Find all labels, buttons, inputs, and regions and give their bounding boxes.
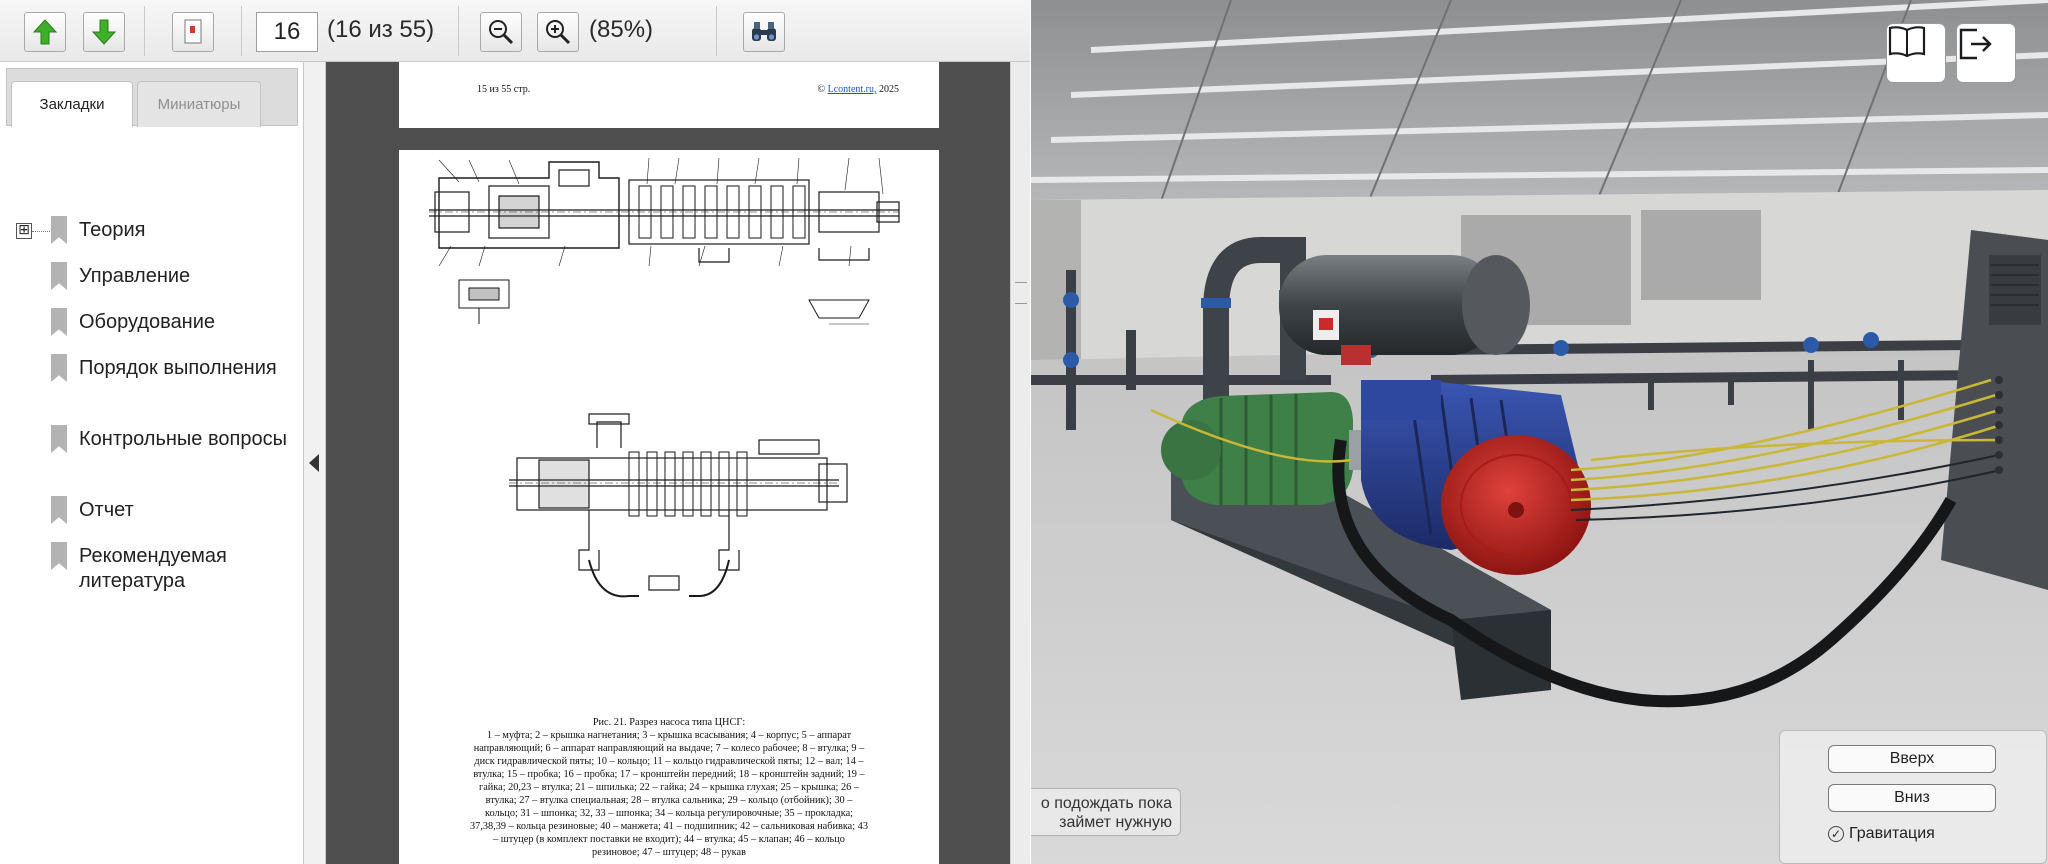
camera-up-button[interactable]: Вверх <box>1828 745 1996 773</box>
figure-caption-text: 1 – муфта; 2 – крышка нагнетания; 3 – кр… <box>470 730 868 858</box>
toolbar-separator <box>144 6 145 56</box>
camera-down-button[interactable]: Вниз <box>1828 784 1996 812</box>
current-page: Рис. 21. Разрез насоса типа ЦНСГ: 1 – му… <box>399 150 939 864</box>
gravity-checkbox-icon[interactable]: ✓ <box>1828 826 1844 842</box>
bookmark-ribbon-icon <box>51 425 67 453</box>
copyright-sign: © <box>817 84 826 95</box>
pump-section-drawing <box>429 157 900 598</box>
arrow-up-icon <box>32 19 58 45</box>
hint-line-1: о подождать пока <box>1040 795 1172 812</box>
app-root: (16 из 55) (85%) <box>0 0 2048 864</box>
bookmark-ribbon-icon <box>51 262 67 290</box>
zoom-in-button[interactable] <box>537 12 579 52</box>
toolbar-separator <box>716 6 717 56</box>
previous-page-bottom: 15 из 55 стр. © Lcontent.ru, 2025 <box>399 62 939 128</box>
book-icon <box>1888 26 1926 58</box>
zoom-out-button[interactable] <box>480 12 522 52</box>
camera-control-panel: Вверх Вниз ✓ Гравитация <box>1779 730 2047 864</box>
document-viewer: (16 из 55) (85%) <box>0 0 1030 864</box>
arrow-down-icon <box>91 19 117 45</box>
toolbar-separator <box>241 6 242 56</box>
bookmark-ribbon-icon <box>51 542 67 570</box>
toolbar-separator <box>458 6 459 56</box>
page-footer-copyright: © Lcontent.ru, 2025 <box>818 84 899 95</box>
copyright-link[interactable]: Lcontent.ru, <box>828 84 877 95</box>
page-setup-button[interactable] <box>172 12 214 52</box>
bookmark-ribbon-icon <box>51 308 67 336</box>
search-button[interactable] <box>743 12 785 52</box>
document-icon <box>184 19 202 44</box>
sidebar-collapse-handle[interactable] <box>304 62 326 864</box>
sidebar-tabbar: Закладки Миниатюры <box>6 68 298 127</box>
logout-icon <box>1959 28 1992 60</box>
bookmark-label: Рекомендуемая литература <box>79 545 227 592</box>
page-count-text: (16 из 55) <box>327 16 435 43</box>
footer-page-num: 15 <box>477 84 487 95</box>
tab-thumbnails[interactable]: Миниатюры <box>137 81 261 127</box>
binoculars-icon <box>752 22 776 41</box>
document-canvas[interactable]: 15 из 55 стр. © Lcontent.ru, 2025 Рис. 2… <box>326 62 1010 864</box>
exit-button[interactable] <box>1956 23 2016 83</box>
figure-caption: Рис. 21. Разрез насоса типа ЦНСГ: 1 – му… <box>469 716 869 859</box>
tree-connector <box>32 231 52 232</box>
next-page-button[interactable] <box>83 12 125 52</box>
previous-page-button[interactable] <box>24 12 66 52</box>
tab-bookmarks[interactable]: Закладки <box>11 81 133 127</box>
zoom-level-text: (85%) <box>589 16 654 43</box>
bookmark-ribbon-icon <box>51 216 67 244</box>
bookmark-ribbon-icon <box>51 496 67 524</box>
gravity-label: Гравитация <box>1849 825 1935 842</box>
zoom-out-icon <box>489 20 514 45</box>
simulation-viewport[interactable]: о подождать пока займет нужную Вверх Вни… <box>1031 0 2048 864</box>
bookmarks-sidebar: Закладки Миниатюры ⊞ Теория Управление О… <box>0 62 304 864</box>
page-footer-number: 15 из 55 стр. <box>477 84 530 95</box>
page-number-input[interactable] <box>256 12 318 52</box>
bookmark-label: Оборудование <box>79 311 216 333</box>
bookmark-ribbon-icon <box>51 354 67 382</box>
gravity-toggle[interactable]: ✓ Гравитация <box>1828 823 1935 845</box>
figure-caption-title: Рис. 21. Разрез насоса типа ЦНСГ: <box>592 717 746 728</box>
viewer-toolbar: (16 из 55) (85%) <box>0 0 1030 62</box>
loading-hint: о подождать пока займет нужную <box>1031 788 1181 836</box>
bookmark-label: Контрольные вопросы <box>79 428 287 450</box>
bookmark-label: Теория <box>79 219 146 241</box>
bookmark-label: Отчет <box>79 499 134 521</box>
bookmark-label: Порядок выполнения <box>79 357 277 379</box>
hint-line-2: займет нужную <box>1059 814 1172 831</box>
scrollbar-grip[interactable] <box>1015 282 1027 304</box>
bookmark-label: Управление <box>79 265 191 287</box>
expand-plus-icon[interactable]: ⊞ <box>16 223 32 239</box>
zoom-in-icon <box>546 20 571 45</box>
collapse-left-icon <box>309 454 319 472</box>
copyright-year: 2025 <box>879 84 899 95</box>
footer-page-total: из 55 стр. <box>489 84 531 95</box>
open-manual-button[interactable] <box>1886 23 1946 83</box>
document-scrollbar[interactable] <box>1010 62 1030 864</box>
